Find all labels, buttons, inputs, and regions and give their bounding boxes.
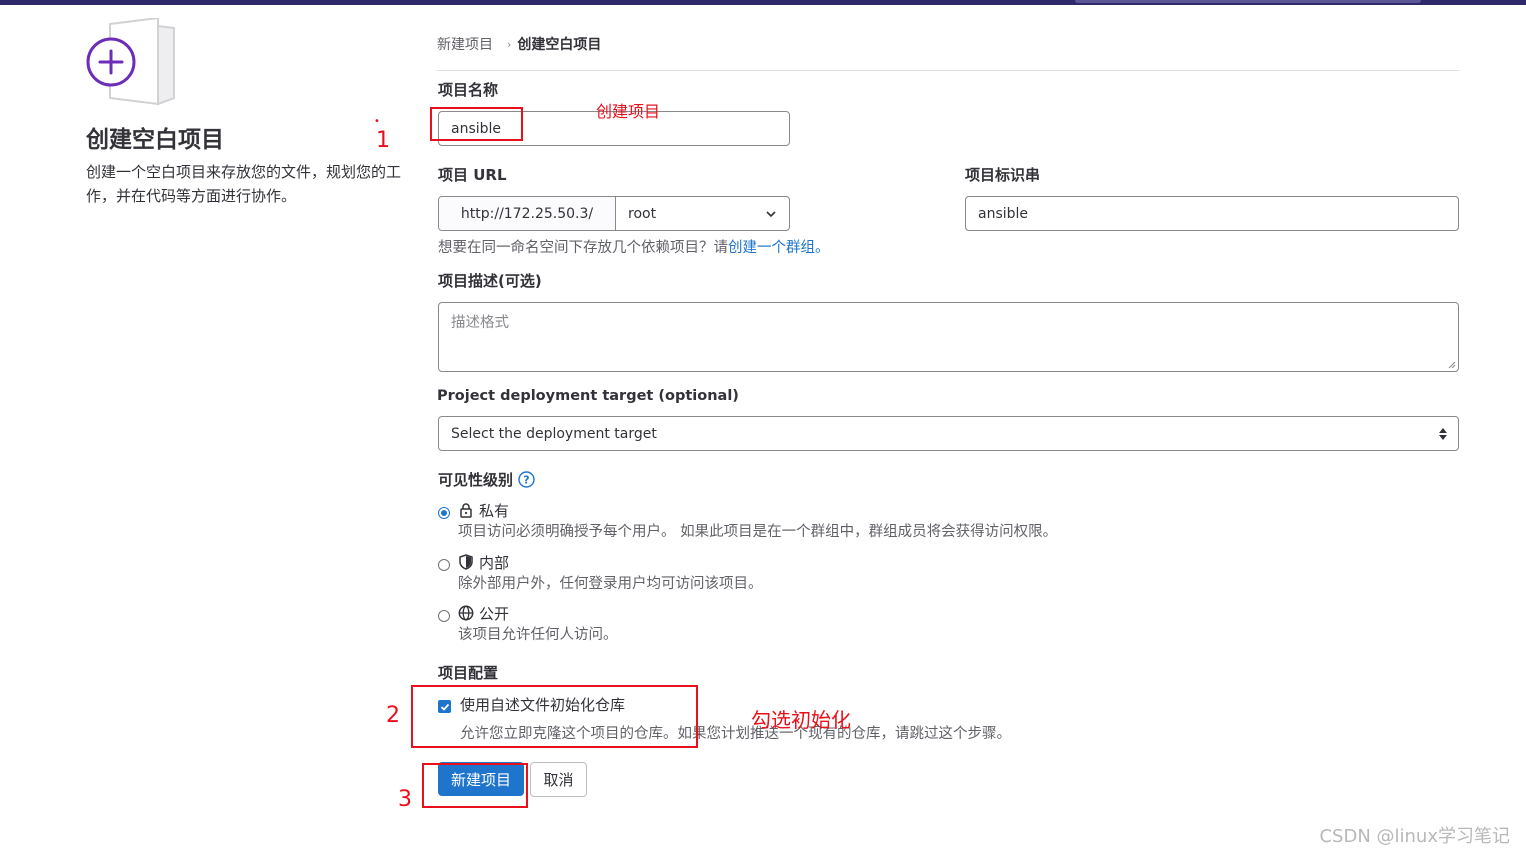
visibility-private-title: 私有 [479,501,510,520]
breadcrumb: 新建项目 › 创建空白项目 [437,34,601,54]
project-name-label: 项目名称 [438,81,499,99]
annotation-step-3: 3 [398,787,412,812]
annotation-box-readme [411,685,698,748]
group-hint-text: 想要在同一命名空间下存放几个依赖项目？请 [438,240,728,256]
description-placeholder: 描述格式 [451,315,509,331]
help-icon[interactable]: ? [518,471,535,488]
visibility-option-private[interactable]: 私有 项目访问必须明确授予每个用户。 如果此项目是在一个群组中，群组成员将会获得… [438,501,1057,541]
group-hint: 想要在同一命名空间下存放几个依赖项目？请创建一个群组。 [438,236,830,257]
globe-icon [458,605,474,621]
resize-handle-icon[interactable] [1448,361,1456,369]
description-textarea[interactable]: 描述格式 [438,302,1459,372]
blank-project-illustration [86,16,178,108]
annotation-step-1: 1 [376,128,390,153]
annotation-step-2: 2 [386,703,400,728]
create-group-link[interactable]: 创建一个群组。 [728,240,830,256]
visibility-internal-desc: 除外部用户外，任何登录用户均可访问该项目。 [458,576,763,592]
deployment-target-value: Select the deployment target [451,425,657,442]
project-slug-label: 项目标识串 [965,166,1041,184]
annotation-box-create [422,763,528,808]
project-slug-input[interactable]: ansible [965,196,1459,231]
namespace-value: root [628,205,657,222]
shield-icon [459,554,473,570]
description-label: 项目描述(可选) [438,272,542,290]
visibility-option-public[interactable]: 公开 该项目允许任何人访问。 [438,604,618,644]
chevron-down-icon [766,210,776,217]
namespace-select[interactable]: root [616,197,789,230]
visibility-private-radio[interactable] [438,507,450,519]
visibility-label: 可见性级别 [438,471,514,489]
project-url-label: 项目 URL [438,166,507,184]
watermark: CSDN @linux学习笔记 [1319,826,1510,847]
annotation-box-name [430,107,523,141]
annotation-create-project: 创建项目 [596,102,661,121]
left-panel-description: 创建一个空白项目来存放您的文件，规划您的工作，并在代码等方面进行协作。 [86,163,402,205]
header-divider [437,70,1459,71]
breadcrumb-new-project-link[interactable]: 新建项目 [437,34,493,54]
annotation-dot: • [374,116,380,127]
sort-arrows-icon [1439,427,1447,440]
top-bar-search-pill [1075,0,1421,3]
visibility-internal-title: 内部 [479,553,510,572]
visibility-public-title: 公开 [479,604,510,623]
project-url-group: http://172.25.50.3/ root [438,196,790,231]
lock-icon [460,503,472,518]
breadcrumb-current: 创建空白项目 [517,37,602,53]
project-config-label: 项目配置 [438,664,499,682]
visibility-option-internal[interactable]: 内部 除外部用户外，任何登录用户均可访问该项目。 [438,553,763,593]
breadcrumb-separator: › [507,37,512,51]
deployment-target-label: Project deployment target (optional) [437,388,739,404]
visibility-internal-radio[interactable] [438,559,450,571]
url-prefix: http://172.25.50.3/ [439,197,616,230]
visibility-private-desc: 项目访问必须明确授予每个用户。 如果此项目是在一个群组中，群组成员将会获得访问权… [458,524,1058,540]
svg-text:?: ? [523,474,529,487]
deployment-target-select[interactable]: Select the deployment target [438,416,1459,451]
visibility-public-radio[interactable] [438,610,450,622]
cancel-button[interactable]: 取消 [530,762,587,797]
visibility-public-desc: 该项目允许任何人访问。 [458,627,618,643]
visibility-label-row: 可见性级别 ? [438,469,535,490]
left-panel-title: 创建空白项目 [86,127,224,153]
annotation-init-note: 勾选初始化 [751,708,851,732]
